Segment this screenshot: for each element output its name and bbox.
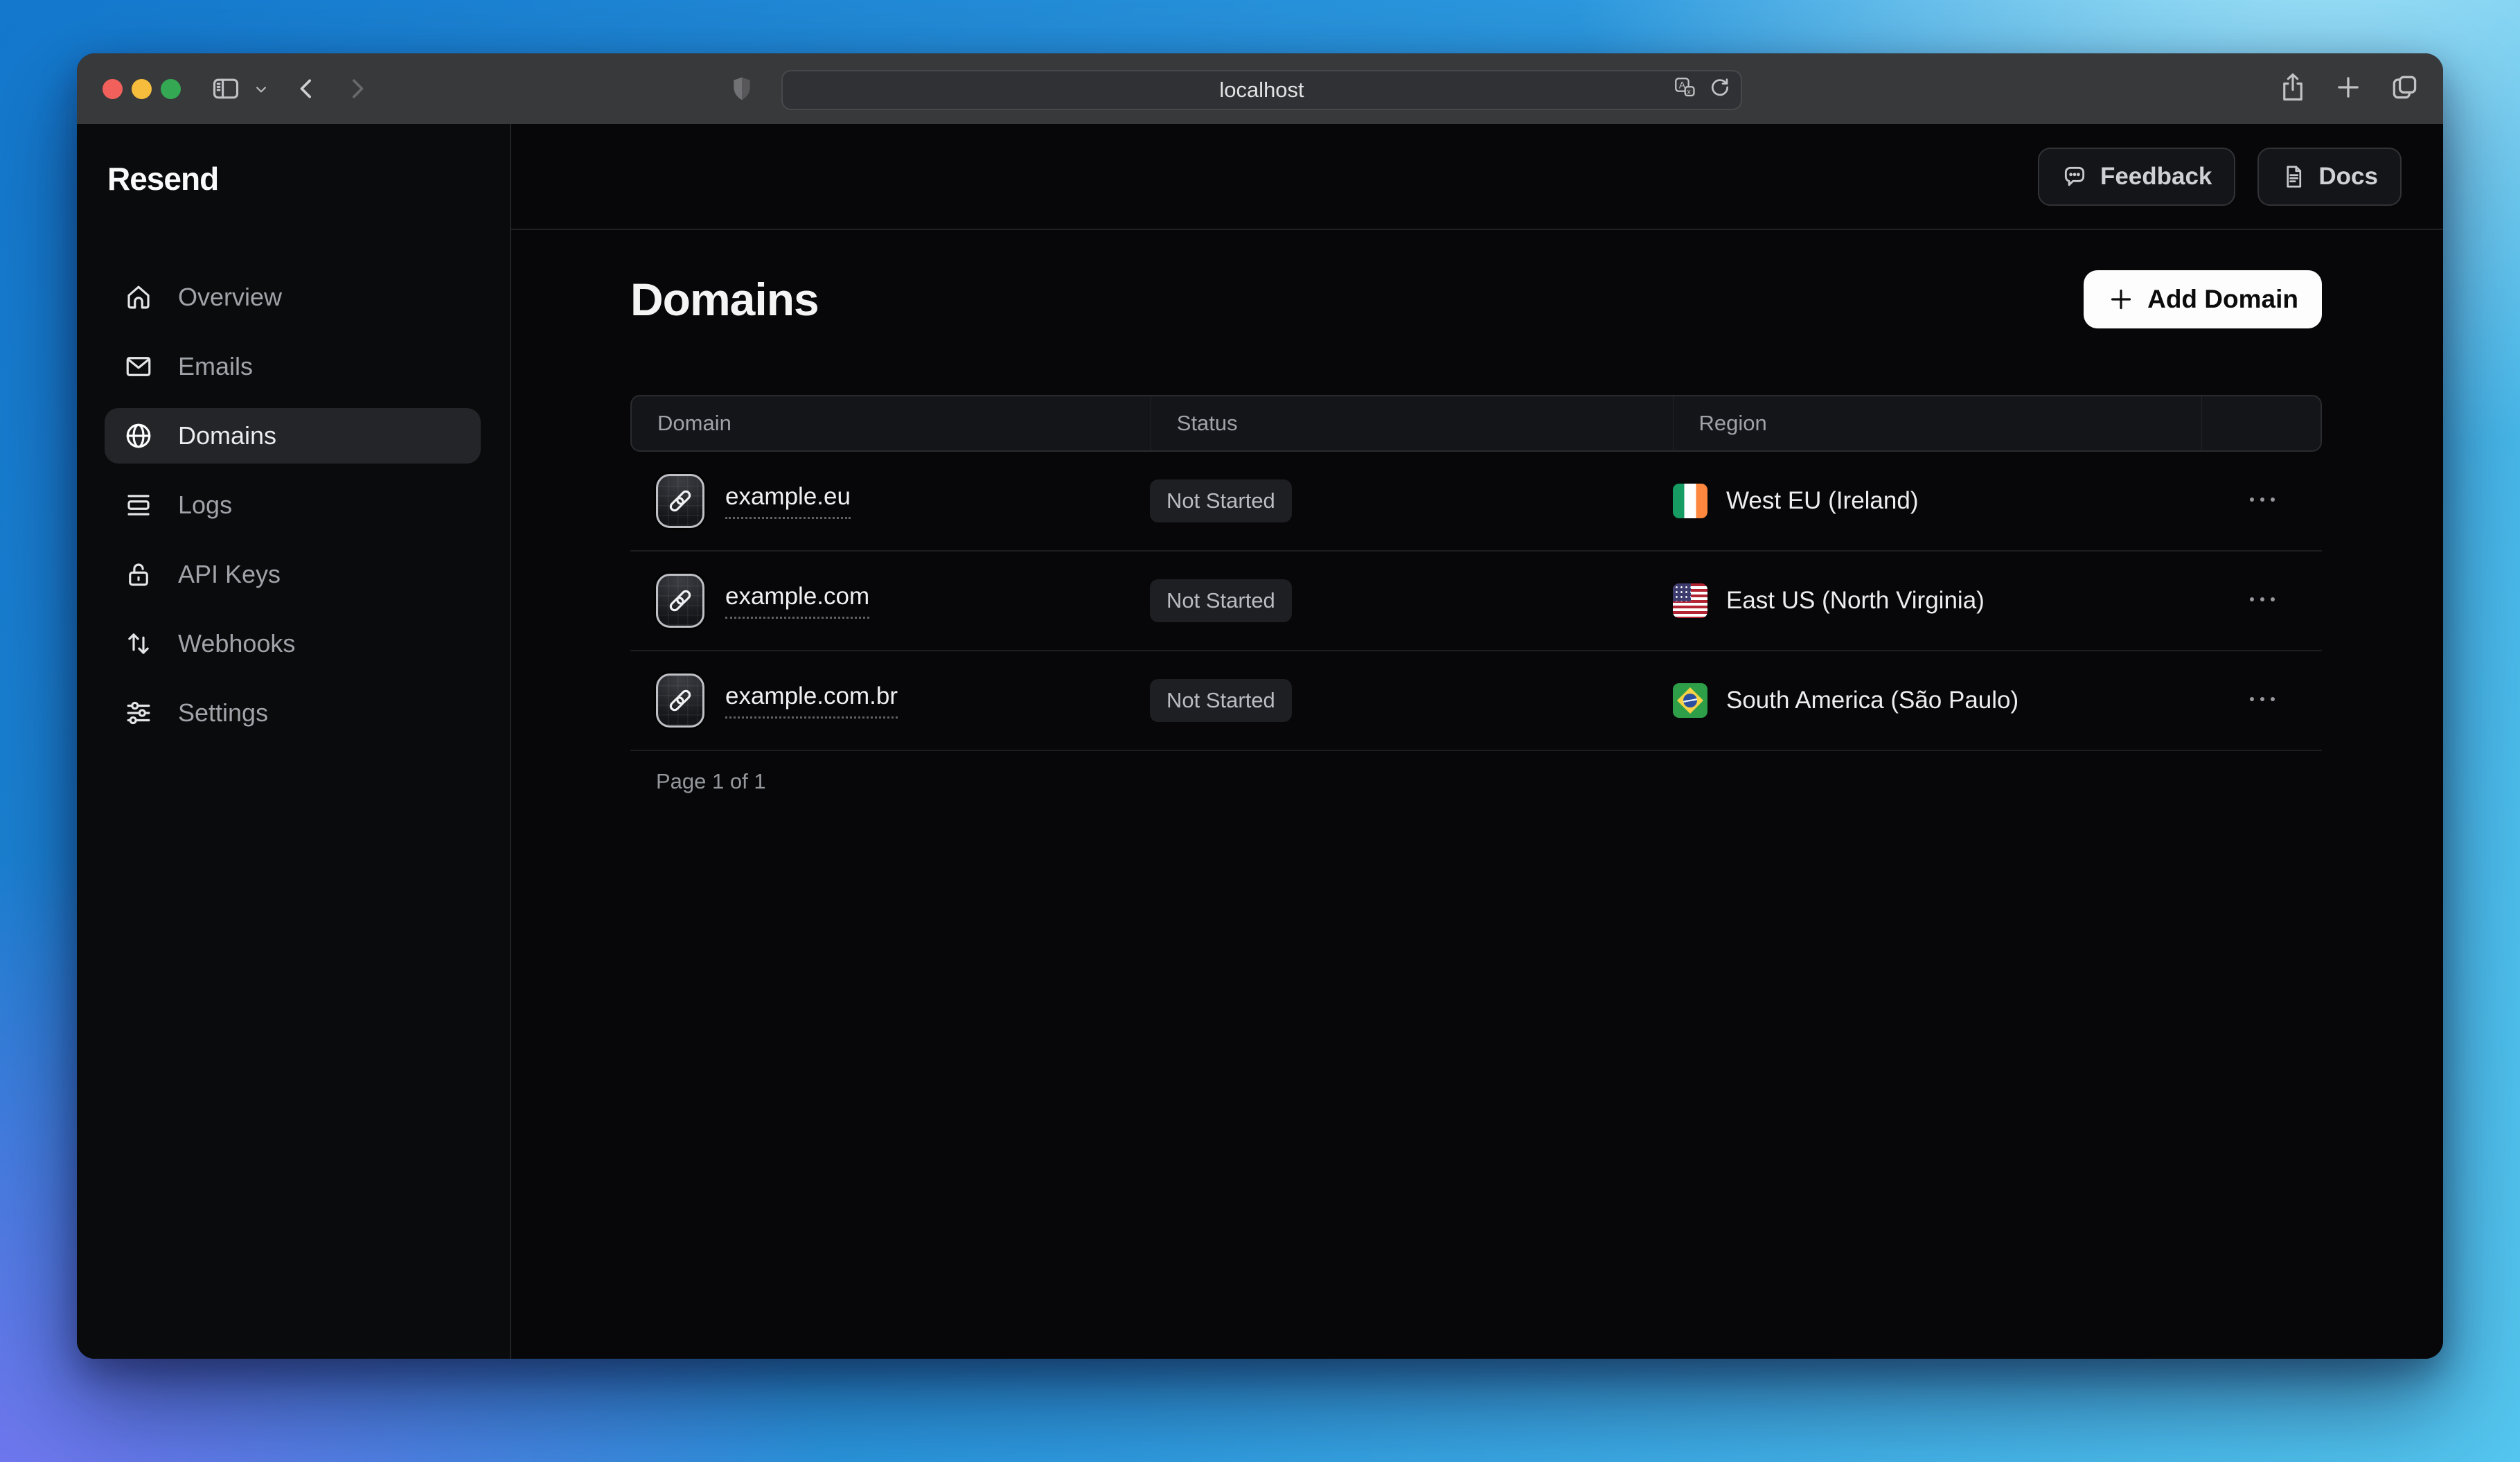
app-header: Feedback Docs [511, 124, 2443, 230]
add-domain-label: Add Domain [2147, 285, 2298, 314]
sidebar-item-overview[interactable]: Overview [105, 270, 481, 325]
docs-button[interactable]: Docs [2257, 148, 2402, 206]
reload-icon[interactable] [1709, 76, 1731, 104]
table-header: Domain Status Region [630, 395, 2322, 452]
plus-icon [2107, 285, 2135, 313]
tab-overview-icon[interactable] [2389, 72, 2420, 106]
forward-button[interactable] [343, 75, 371, 103]
share-icon[interactable] [2278, 71, 2307, 107]
sidebar-item-label: Webhooks [178, 629, 295, 658]
us-flag-icon [1673, 583, 1707, 618]
resend-app: Resend Overview [77, 124, 2443, 1359]
home-icon [124, 283, 153, 312]
pagination-status: Page 1 of 1 [630, 769, 2322, 794]
feedback-button[interactable]: Feedback [2038, 148, 2235, 206]
new-tab-icon[interactable] [2334, 73, 2363, 105]
lock-icon [124, 560, 153, 589]
column-header-region: Region [1673, 396, 2202, 450]
sidebar-item-emails[interactable]: Emails [105, 339, 481, 394]
webhooks-icon [124, 629, 153, 658]
region-label: East US (North Virginia) [1726, 587, 1985, 615]
resend-logo: Resend [77, 124, 510, 197]
link-icon [656, 474, 704, 528]
svg-text:x: x [1687, 89, 1691, 96]
mail-icon [124, 352, 153, 381]
ireland-flag-icon [1673, 484, 1707, 518]
desktop-background: localhost A x [0, 0, 2520, 1462]
address-bar-url: localhost [1219, 78, 1304, 103]
status-badge: Not Started [1150, 579, 1292, 622]
browser-window: localhost A x [77, 53, 2443, 1359]
link-icon [656, 574, 704, 628]
address-bar[interactable]: localhost A x [781, 70, 1742, 110]
back-button[interactable] [293, 75, 321, 103]
domains-table: Domain Status Region [630, 395, 2322, 751]
settings-sliders-icon [124, 698, 153, 728]
domain-link[interactable]: example.eu [725, 483, 851, 519]
sidebar-item-label: Domains [178, 421, 276, 450]
sidebar-item-label: Emails [178, 352, 253, 381]
page-title: Domains [630, 273, 819, 326]
traffic-lights [103, 79, 181, 99]
sidebar-item-label: Overview [178, 283, 282, 312]
feedback-bubble-icon [2061, 164, 2088, 190]
sidebar: Resend Overview [77, 124, 511, 1359]
region-label: South America (São Paulo) [1726, 687, 2018, 714]
feedback-button-label: Feedback [2100, 163, 2212, 191]
domain-link[interactable]: example.com.br [725, 682, 898, 719]
brazil-flag-icon [1673, 683, 1707, 718]
chevron-down-icon[interactable] [253, 82, 269, 96]
status-badge: Not Started [1150, 679, 1292, 722]
column-header-domain: Domain [632, 396, 1151, 450]
translate-icon[interactable]: A x [1673, 76, 1696, 105]
add-domain-button[interactable]: Add Domain [2084, 270, 2322, 328]
status-badge: Not Started [1150, 479, 1292, 522]
sidebar-item-label: API Keys [178, 560, 281, 589]
table-row: example.com.br Not Started South America… [630, 651, 2322, 751]
region-label: West EU (Ireland) [1726, 487, 1919, 515]
sidebar-item-logs[interactable]: Logs [105, 477, 481, 533]
link-icon [656, 673, 704, 728]
row-menu-button[interactable] [2246, 694, 2278, 707]
logs-icon [124, 491, 153, 520]
table-row: example.com Not Started East US (North V… [630, 552, 2322, 651]
sidebar-item-domains[interactable]: Domains [105, 408, 481, 464]
table-row: example.eu Not Started West EU (Ireland) [630, 452, 2322, 552]
row-menu-button[interactable] [2246, 495, 2278, 508]
sidebar-item-webhooks[interactable]: Webhooks [105, 616, 481, 671]
domains-page: Domains Add Domain Domain Status Re [511, 230, 2443, 794]
sidebar-nav: Overview Emails [105, 270, 481, 741]
zoom-window-button[interactable] [161, 79, 181, 99]
minimize-window-button[interactable] [132, 79, 152, 99]
browser-toolbar: localhost A x [77, 53, 2443, 124]
row-menu-button[interactable] [2246, 595, 2278, 608]
close-window-button[interactable] [103, 79, 123, 99]
docs-button-label: Docs [2318, 163, 2378, 191]
docs-file-icon [2281, 164, 2306, 189]
domain-link[interactable]: example.com [725, 583, 869, 619]
column-header-status: Status [1151, 396, 1673, 450]
sidebar-toggle-icon[interactable] [210, 73, 242, 104]
main-area: Feedback Docs Domains [511, 124, 2443, 1359]
sidebar-item-api-keys[interactable]: API Keys [105, 547, 481, 602]
sidebar-item-label: Logs [178, 491, 232, 520]
privacy-shield-icon [732, 76, 752, 101]
sidebar-item-label: Settings [178, 698, 268, 728]
column-header-actions [2201, 396, 2321, 450]
sidebar-item-settings[interactable]: Settings [105, 685, 481, 741]
globe-icon [124, 421, 153, 450]
toolbar-right-buttons [2278, 53, 2420, 124]
